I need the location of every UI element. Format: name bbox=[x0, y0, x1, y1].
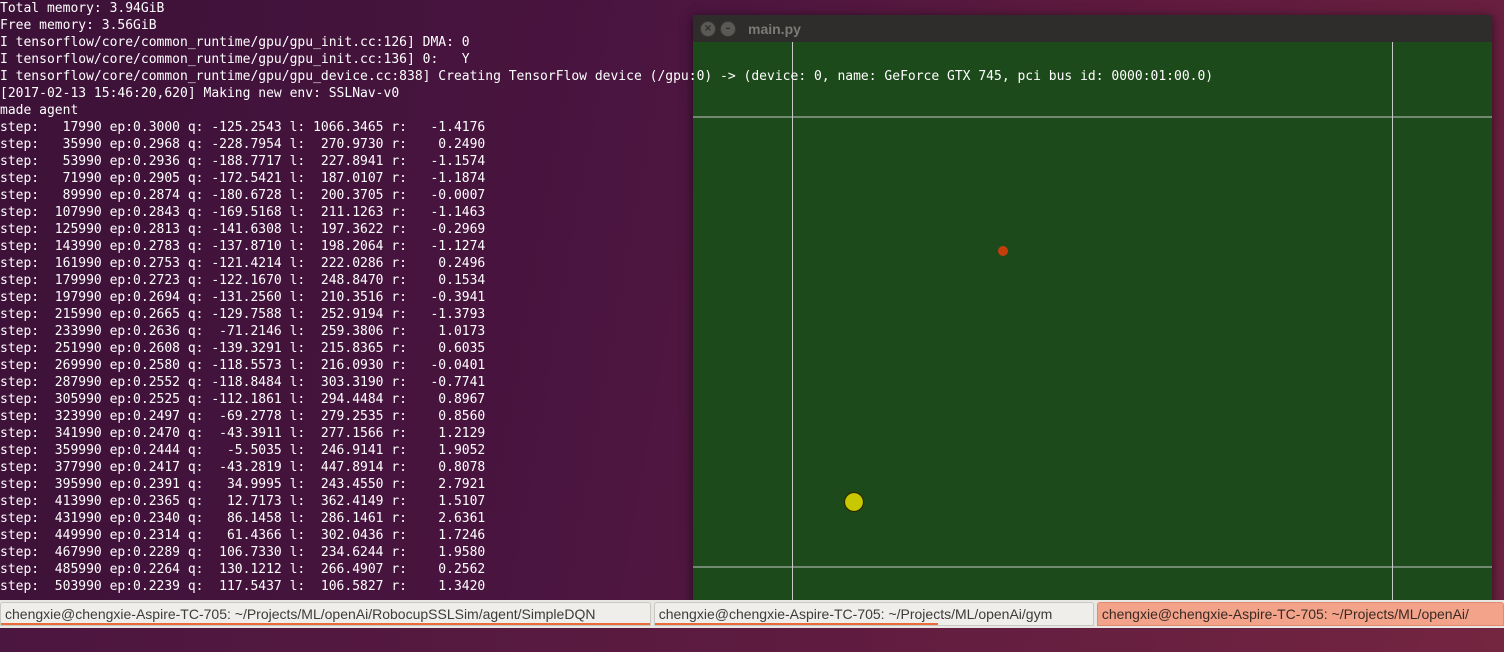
step-log-line: step: 233990 ep:0.2636 q: -71.2146 l: 25… bbox=[0, 324, 486, 339]
step-log-line: step: 161990 ep:0.2753 q: -121.4214 l: 2… bbox=[0, 256, 486, 271]
minimize-icon[interactable]: – bbox=[720, 20, 736, 37]
desktop-background bbox=[0, 628, 1504, 652]
step-log-line: step: 413990 ep:0.2365 q: 12.7173 l: 362… bbox=[0, 494, 486, 509]
title-bar[interactable]: × – main.py bbox=[693, 15, 1492, 42]
game-window[interactable]: × – main.py bbox=[693, 15, 1492, 642]
window-title: main.py bbox=[748, 20, 801, 37]
step-log-line: step: 287990 ep:0.2552 q: -118.8484 l: 3… bbox=[0, 375, 486, 390]
tab-progress-underline bbox=[1, 623, 650, 625]
step-log-line: step: 17990 ep:0.3000 q: -125.2543 l: 10… bbox=[0, 120, 486, 135]
ball bbox=[998, 246, 1008, 256]
tab-label: chengxie@chengxie-Aspire-TC-705: ~/Proje… bbox=[5, 606, 596, 622]
step-log-line: step: 395990 ep:0.2391 q: 34.9995 l: 243… bbox=[0, 477, 486, 492]
tab-progress-underline bbox=[654, 623, 938, 625]
step-log-line: step: 449990 ep:0.2314 q: 61.4366 l: 302… bbox=[0, 528, 486, 543]
step-log-line: step: 503990 ep:0.2239 q: 117.5437 l: 10… bbox=[0, 579, 486, 594]
terminal-tab[interactable]: chengxie@chengxie-Aspire-TC-705: ~/Proje… bbox=[653, 602, 1094, 626]
step-log-line: step: 485990 ep:0.2264 q: 130.1212 l: 26… bbox=[0, 562, 486, 577]
close-icon[interactable]: × bbox=[700, 20, 716, 37]
step-log-line: step: 341990 ep:0.2470 q: -43.3911 l: 27… bbox=[0, 426, 486, 441]
step-log-line: step: 431990 ep:0.2340 q: 86.1458 l: 286… bbox=[0, 511, 486, 526]
terminal-tab[interactable]: chengxie@chengxie-Aspire-TC-705: ~/Proje… bbox=[0, 602, 651, 626]
log-line: Total memory: 3.94GiB bbox=[0, 1, 165, 16]
step-log-line: step: 143990 ep:0.2783 q: -137.8710 l: 1… bbox=[0, 239, 486, 254]
step-log-line: step: 305990 ep:0.2525 q: -112.1861 l: 2… bbox=[0, 392, 486, 407]
step-log-line: step: 467990 ep:0.2289 q: 106.7330 l: 23… bbox=[0, 545, 486, 560]
step-log-line: step: 359990 ep:0.2444 q: -5.5035 l: 246… bbox=[0, 443, 486, 458]
log-line: made agent bbox=[0, 103, 79, 118]
step-log-line: step: 35990 ep:0.2968 q: -228.7954 l: 27… bbox=[0, 137, 486, 152]
device-log-line: I tensorflow/core/common_runtime/gpu/gpu… bbox=[0, 69, 1214, 84]
step-log-line: step: 179990 ep:0.2723 q: -122.1670 l: 2… bbox=[0, 273, 486, 288]
tab-label: chengxie@chengxie-Aspire-TC-705: ~/Proje… bbox=[1101, 606, 1469, 622]
step-log-line: step: 197990 ep:0.2694 q: -131.2560 l: 2… bbox=[0, 290, 486, 305]
field-canvas bbox=[693, 42, 1492, 642]
terminal-tab[interactable]: chengxie@chengxie-Aspire-TC-705: ~/Proje… bbox=[1096, 602, 1504, 626]
terminal-output: Total memory: 3.94GiB Free memory: 3.56Gi… bbox=[0, 0, 485, 595]
step-log-line: step: 53990 ep:0.2936 q: -188.7717 l: 22… bbox=[0, 154, 486, 169]
log-line: Free memory: 3.56GiB bbox=[0, 18, 157, 33]
step-log-line: step: 269990 ep:0.2580 q: -118.5573 l: 2… bbox=[0, 358, 486, 373]
soccer-field bbox=[693, 42, 1492, 642]
log-line: [2017-02-13 15:46:20,620] Making new env… bbox=[0, 86, 400, 101]
log-line: I tensorflow/core/common_runtime/gpu/gpu… bbox=[0, 52, 470, 67]
step-log-line: step: 251990 ep:0.2608 q: -139.3291 l: 2… bbox=[0, 341, 486, 356]
step-log-line: step: 71990 ep:0.2905 q: -172.5421 l: 18… bbox=[0, 171, 486, 186]
step-log-line: step: 323990 ep:0.2497 q: -69.2778 l: 27… bbox=[0, 409, 486, 424]
step-log-line: step: 89990 ep:0.2874 q: -180.6728 l: 20… bbox=[0, 188, 486, 203]
step-log-line: step: 377990 ep:0.2417 q: -43.2819 l: 44… bbox=[0, 460, 486, 475]
step-log-line: step: 215990 ep:0.2665 q: -129.7588 l: 2… bbox=[0, 307, 486, 322]
step-log-line: step: 125990 ep:0.2813 q: -141.6308 l: 1… bbox=[0, 222, 486, 237]
robot bbox=[843, 491, 865, 513]
tab-label: chengxie@chengxie-Aspire-TC-705: ~/Proje… bbox=[658, 606, 1053, 622]
tab-bar: chengxie@chengxie-Aspire-TC-705: ~/Proje… bbox=[0, 600, 1504, 628]
step-log-line: step: 107990 ep:0.2843 q: -169.5168 l: 2… bbox=[0, 205, 486, 220]
log-line: I tensorflow/core/common_runtime/gpu/gpu… bbox=[0, 35, 470, 50]
